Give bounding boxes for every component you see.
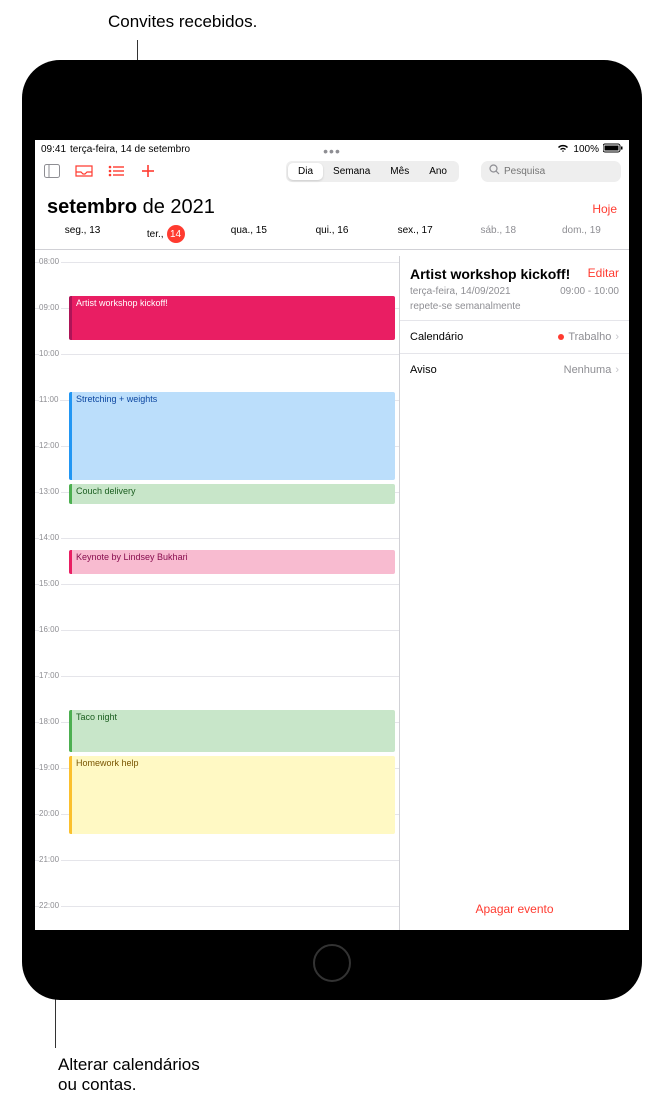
hour-label: 12:00 — [39, 441, 61, 450]
week-day-strip: seg., 13ter., 14qua., 15qui., 16sex., 17… — [35, 225, 629, 250]
screen: 09:41 terça-feira, 14 de setembro ••• 10… — [35, 140, 629, 930]
hour-label: 19:00 — [39, 763, 61, 772]
battery-percent: 100% — [573, 144, 599, 155]
view-segmented-control: Dia Semana Mês Ano — [286, 161, 459, 182]
alert-label: Aviso — [410, 364, 437, 376]
month-header: setembro de 2021 Hoje — [35, 186, 629, 225]
home-button[interactable] — [313, 944, 351, 982]
hour-gridline: 16:00 — [35, 630, 399, 631]
search-field[interactable] — [481, 161, 621, 182]
hour-label: 15:00 — [39, 579, 61, 588]
today-button[interactable]: Hoje — [592, 202, 617, 216]
hour-gridline: 17:00 — [35, 676, 399, 677]
list-icon[interactable] — [107, 162, 125, 180]
calendar-event[interactable]: Couch delivery — [69, 484, 395, 504]
ipad-frame: 09:41 terça-feira, 14 de setembro ••• 10… — [22, 60, 642, 1000]
hour-label: 18:00 — [39, 717, 61, 726]
calendar-event[interactable]: Taco night — [69, 710, 395, 752]
segment-day[interactable]: Dia — [288, 163, 323, 180]
hour-gridline: 22:00 — [35, 906, 399, 907]
calendar-color-dot — [558, 334, 564, 340]
event-repeat: repete-se semanalmente — [410, 301, 521, 312]
search-input[interactable] — [504, 166, 629, 177]
hour-gridline: 10:00 — [35, 354, 399, 355]
week-day[interactable]: ter., 14 — [124, 225, 207, 243]
calendar-row[interactable]: Calendário Trabalho › — [400, 320, 629, 353]
hour-gridline: 08:00 — [35, 262, 399, 263]
hour-gridline: 15:00 — [35, 584, 399, 585]
hour-label: 16:00 — [39, 625, 61, 634]
event-date: terça-feira, 14/09/2021 — [410, 286, 511, 297]
week-day[interactable]: sáb., 18 — [457, 225, 540, 243]
sidebar-toggle-icon[interactable] — [43, 162, 61, 180]
segment-year[interactable]: Ano — [419, 163, 457, 180]
hour-label: 13:00 — [39, 487, 61, 496]
search-icon — [489, 164, 500, 178]
event-title: Artist workshop kickoff! — [410, 266, 570, 282]
inbox-icon[interactable] — [75, 162, 93, 180]
hour-label: 21:00 — [39, 855, 61, 864]
calendar-event[interactable]: Stretching + weights — [69, 392, 395, 480]
main-area: 08:00 09:00 10:00 11:00 12:00 13:00 14:00 15:00… — [35, 256, 629, 930]
hour-label: 20:00 — [39, 809, 61, 818]
battery-icon — [603, 143, 623, 156]
hour-label: 11:00 — [39, 395, 60, 404]
hour-label: 10:00 — [39, 349, 61, 358]
status-time: 09:41 — [41, 144, 66, 155]
event-time: 09:00 - 10:00 — [560, 286, 619, 297]
edit-button[interactable]: Editar — [588, 266, 619, 280]
alert-row[interactable]: Aviso Nenhuma › — [400, 353, 629, 386]
segment-week[interactable]: Semana — [323, 163, 380, 180]
multitask-indicator[interactable]: ••• — [323, 143, 341, 159]
annotation-callout: Alterar calendários ou contas. — [58, 1055, 200, 1095]
calendar-value: Trabalho — [568, 331, 611, 343]
status-date: terça-feira, 14 de setembro — [70, 144, 190, 155]
hour-gridline: 14:00 — [35, 538, 399, 539]
week-day[interactable]: qui., 16 — [290, 225, 373, 243]
hour-label: 08:00 — [39, 257, 61, 266]
hour-gridline: 21:00 — [35, 860, 399, 861]
add-icon[interactable] — [139, 162, 157, 180]
toolbar: Dia Semana Mês Ano — [35, 156, 629, 186]
week-day[interactable]: dom., 19 — [540, 225, 623, 243]
hour-label: 09:00 — [39, 303, 61, 312]
calendar-event[interactable]: Artist workshop kickoff! — [69, 296, 395, 340]
week-day[interactable]: sex., 17 — [374, 225, 457, 243]
chevron-right-icon: › — [615, 331, 619, 343]
segment-month[interactable]: Mês — [380, 163, 419, 180]
hour-label: 22:00 — [39, 901, 61, 910]
calendar-label: Calendário — [410, 331, 463, 343]
timeline[interactable]: 08:00 09:00 10:00 11:00 12:00 13:00 14:00 15:00… — [35, 256, 399, 930]
delete-event-button[interactable]: Apagar evento — [400, 902, 629, 916]
alert-value: Nenhuma — [564, 364, 612, 376]
week-day[interactable]: seg., 13 — [41, 225, 124, 243]
status-bar: 09:41 terça-feira, 14 de setembro ••• 10… — [35, 140, 629, 156]
hour-label: 17:00 — [39, 671, 61, 680]
chevron-right-icon: › — [615, 364, 619, 376]
annotation-callout: Convites recebidos. — [108, 12, 257, 32]
month-title: setembro de 2021 — [47, 196, 215, 219]
calendar-event[interactable]: Keynote by Lindsey Bukhari — [69, 550, 395, 574]
hour-label: 14:00 — [39, 533, 61, 542]
wifi-icon — [557, 143, 569, 156]
week-day[interactable]: qua., 15 — [207, 225, 290, 243]
calendar-event[interactable]: Homework help — [69, 756, 395, 834]
event-detail-panel: Artist workshop kickoff! Editar terça-fe… — [399, 256, 629, 930]
